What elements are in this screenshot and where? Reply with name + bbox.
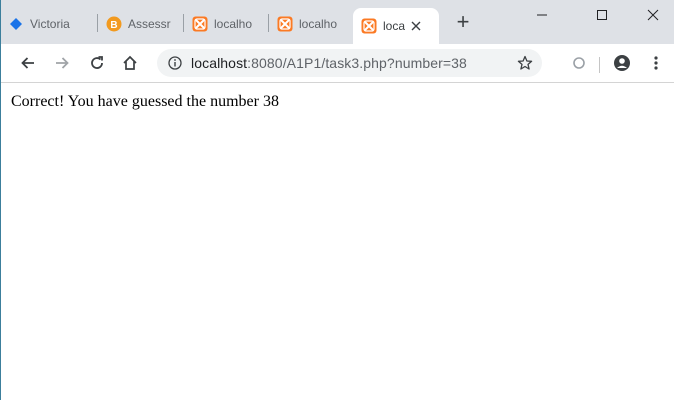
- new-tab-button[interactable]: +: [451, 11, 475, 35]
- result-message: Correct! You have guessed the number 38: [11, 93, 279, 110]
- svg-text:B: B: [110, 20, 117, 31]
- profile-avatar-icon: [614, 55, 630, 71]
- minimize-button[interactable]: [519, 0, 565, 30]
- maximize-button[interactable]: [579, 0, 625, 30]
- back-button[interactable]: [16, 51, 40, 75]
- forward-button[interactable]: [50, 51, 74, 75]
- maximize-icon: [597, 10, 607, 20]
- url-text: localhost:8080/A1P1/task3.php?number=38: [191, 55, 467, 71]
- tab-localhost-1[interactable]: localho: [192, 10, 262, 37]
- toolbar-divider: [599, 57, 600, 73]
- xampp-icon: [361, 18, 377, 34]
- diamond-icon: [8, 16, 24, 32]
- tab-victoria[interactable]: Victoria: [8, 10, 88, 37]
- page-content: Correct! You have guessed the number 38: [0, 83, 674, 400]
- tab-label: localho: [214, 16, 253, 31]
- close-window-button[interactable]: [630, 0, 674, 30]
- browser-toolbar: localhost:8080/A1P1/task3.php?number=38: [0, 44, 674, 83]
- b-logo-icon: B: [106, 16, 122, 32]
- minimize-icon: [537, 14, 547, 16]
- menu-button[interactable]: [644, 51, 668, 75]
- reload-icon: [91, 56, 103, 69]
- address-bar[interactable]: localhost:8080/A1P1/task3.php?number=38: [157, 49, 542, 77]
- tab-label: loca: [383, 19, 406, 33]
- tab-localhost-2[interactable]: localho: [277, 10, 347, 37]
- tab-assessr[interactable]: B Assessr: [106, 10, 176, 37]
- tab-separator: [97, 14, 98, 32]
- reload-button[interactable]: [85, 51, 109, 75]
- home-button[interactable]: [118, 51, 142, 75]
- bookmark-star-icon[interactable]: [516, 54, 534, 72]
- extension-button[interactable]: [567, 51, 591, 75]
- profile-button[interactable]: [610, 51, 634, 75]
- xampp-icon: [192, 16, 208, 32]
- back-arrow-icon: [21, 57, 34, 69]
- tab-localhost-active[interactable]: loca: [353, 8, 439, 44]
- extension-circle-icon: [573, 57, 585, 69]
- kebab-menu-icon: [654, 56, 658, 70]
- tab-label: localho: [299, 16, 338, 31]
- url-path: :8080/A1P1/task3.php?number=38: [247, 55, 467, 71]
- tab-separator: [183, 14, 184, 32]
- tab-label: Assessr: [128, 16, 171, 31]
- url-host: localhost: [191, 55, 248, 71]
- tab-label: Victoria: [30, 16, 70, 31]
- tab-separator: [268, 14, 269, 32]
- forward-arrow-icon: [56, 57, 69, 69]
- info-icon[interactable]: [167, 55, 183, 71]
- tab-strip: Victoria B Assessr localho localho loca …: [0, 0, 674, 44]
- tab-close-icon[interactable]: [411, 18, 421, 34]
- close-icon: [647, 9, 659, 21]
- xampp-icon: [277, 16, 293, 32]
- home-icon: [123, 55, 137, 70]
